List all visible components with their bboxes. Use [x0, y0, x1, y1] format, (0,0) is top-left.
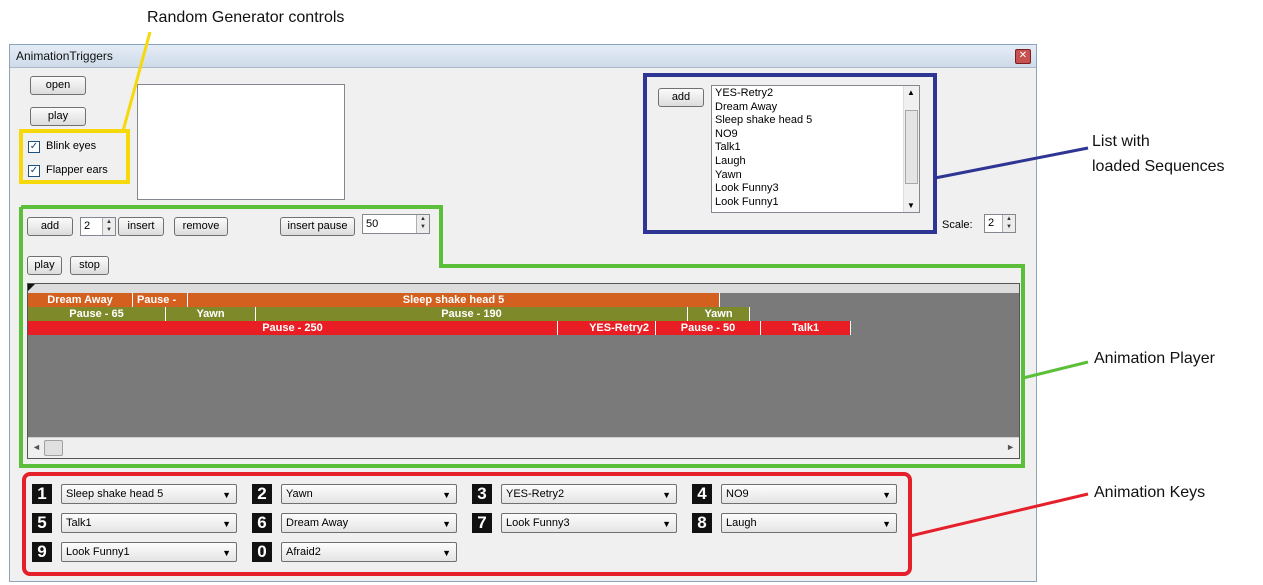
animation-player-frame [19, 205, 1025, 468]
annotation-overlay [19, 31, 1089, 576]
animation-keys-leader [909, 492, 1089, 538]
sequence-list-leader [934, 146, 1089, 180]
random-controls-frame [19, 129, 130, 184]
animation-player-leader [1022, 360, 1089, 380]
random-controls-leader [121, 31, 152, 132]
animation-keys-frame [22, 472, 912, 576]
sequence-list-frame [643, 73, 937, 234]
